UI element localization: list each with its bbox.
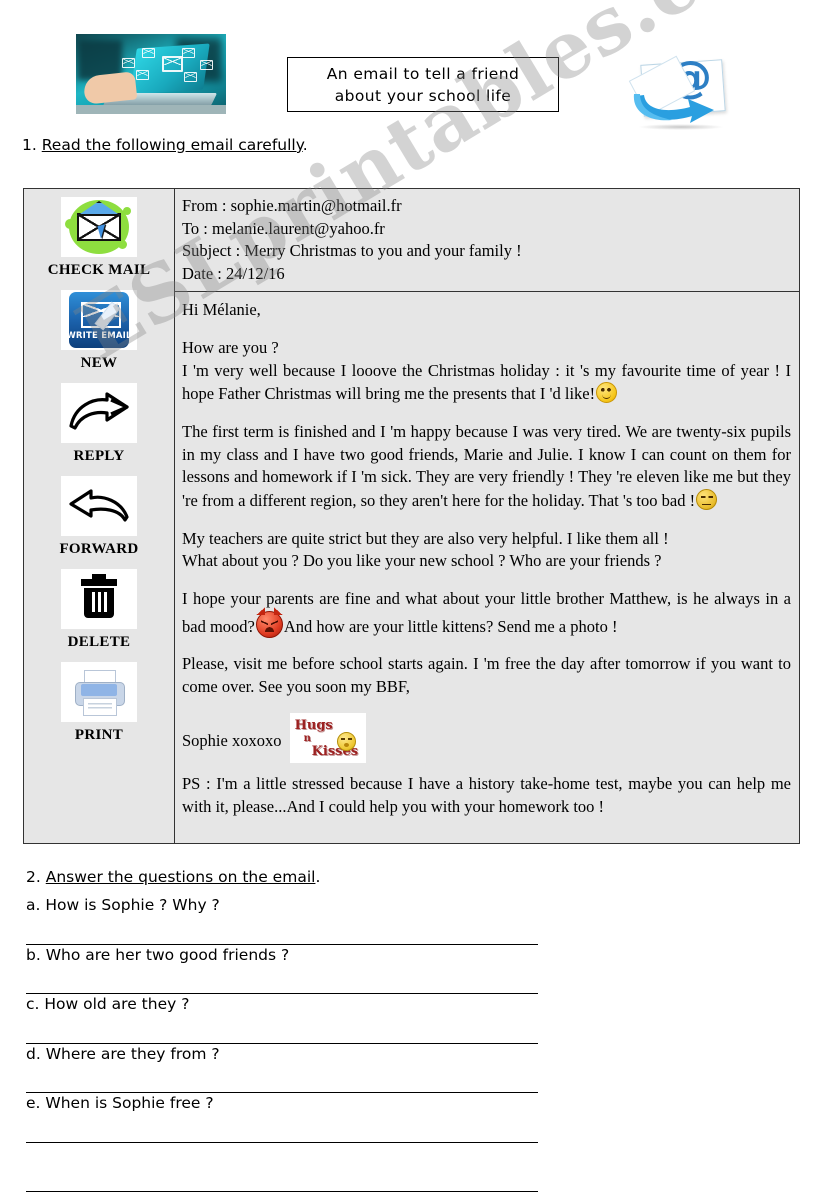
sidebar-item-check-mail[interactable]: CHECK MAIL	[48, 197, 151, 279]
email-p1-line-1: How are you ?	[182, 337, 279, 357]
question-item-a: a. How is Sophie ? Why ?	[26, 895, 538, 945]
question-item-e: e. When is Sophie free ?	[26, 1093, 538, 1143]
floating-envelope-icon	[136, 70, 149, 80]
floating-envelope-icon	[200, 60, 213, 70]
instruction-2-period: .	[315, 868, 321, 886]
to-label: To :	[182, 218, 213, 238]
email-body: Hi Mélanie, How are you ? I 'm very well…	[175, 292, 799, 843]
laptop-email-photo	[76, 34, 226, 114]
floating-envelope-icon	[182, 48, 195, 58]
question-item-d: d. Where are they from ?	[26, 1044, 538, 1093]
instruction-1-text: Read the following email carefully	[41, 136, 303, 154]
hugs-word-1: Hugs	[294, 718, 333, 734]
from-value: sophie.martin@hotmail.fr	[230, 196, 402, 215]
email-p4-text-b: And how are your little kittens? Send me…	[283, 616, 618, 636]
angry-devil-emoji	[255, 606, 283, 638]
header-row: An email to tell a friend about your sch…	[0, 26, 826, 130]
kissing-face-emoji	[336, 732, 356, 752]
sidebar-item-new[interactable]: WRITE EMAIL NEW	[61, 290, 137, 372]
printer-icon[interactable]	[61, 662, 137, 722]
email-p1-line-2: I 'm very well because I looove the Chri…	[182, 360, 791, 404]
subject-label: Subject :	[182, 241, 245, 261]
floating-envelope-icon	[162, 56, 183, 72]
floating-envelope-icon	[142, 48, 155, 58]
graphic-shadow	[638, 124, 724, 130]
email-subject-row: Subject : Merry Christmas to you and you…	[182, 240, 799, 263]
check-mail-icon[interactable]	[61, 197, 137, 257]
worksheet-title-line-2: about your school life	[334, 86, 512, 105]
email-postscript: PS : I'm a little stressed because I hav…	[182, 774, 791, 817]
email-p3-line-1: My teachers are quite strict but they ar…	[182, 528, 669, 548]
smiling-face-emoji	[596, 382, 618, 404]
email-client-table: CHECK MAIL WRITE EMAIL NEW REPLY FORWARD…	[23, 188, 800, 844]
email-signature: Sophie xoxoxo	[182, 731, 282, 751]
instruction-2-text: Answer the questions on the email	[45, 868, 316, 886]
write-email-icon[interactable]: WRITE EMAIL	[61, 290, 137, 350]
hugs-word-2: n	[303, 733, 311, 745]
question-item-c: c. How old are they ?	[26, 994, 538, 1044]
floating-envelope-icon	[184, 72, 197, 82]
sidebar-item-print[interactable]: PRINT	[61, 662, 137, 744]
subject-value: Merry Christmas to you and your family !	[244, 241, 522, 261]
date-value: 24/12/16	[225, 263, 285, 283]
trash-icon[interactable]	[61, 569, 137, 629]
to-value: melanie.laurent@yahoo.fr	[212, 218, 385, 238]
instruction-2-number: 2.	[26, 868, 41, 886]
questions-list: a. How is Sophie ? Why ? b. Who are her …	[26, 895, 538, 1192]
sidebar-label-print: PRINT	[74, 727, 124, 743]
desk-surface	[76, 105, 226, 114]
sidebar-item-forward[interactable]: FORWARD	[59, 476, 138, 558]
sidebar-label-check-mail: CHECK MAIL	[47, 262, 151, 278]
instruction-2: 2. Answer the questions on the email.	[26, 868, 320, 886]
unamused-face-emoji	[696, 489, 718, 511]
email-reading-pane: From : sophie.martin@hotmail.fr To : mel…	[175, 189, 799, 843]
date-label: Date :	[182, 263, 226, 283]
sidebar-label-delete: DELETE	[67, 634, 131, 650]
sidebar-label-forward: FORWARD	[59, 541, 139, 557]
hugs-and-kisses-image: Hugs n Kisses	[289, 713, 366, 764]
email-signature-row: Sophie xoxoxo Hugs n Kisses	[182, 713, 791, 764]
at-envelope-graphic: @	[622, 48, 740, 132]
worksheet-title-line-1: An email to tell a friend	[326, 64, 520, 83]
sidebar-item-delete[interactable]: DELETE	[61, 569, 137, 651]
write-email-badge-label: WRITE EMAIL	[66, 331, 132, 341]
email-greeting: Hi Mélanie,	[182, 300, 261, 320]
instruction-1-number: 1.	[22, 136, 37, 154]
mail-action-sidebar: CHECK MAIL WRITE EMAIL NEW REPLY FORWARD…	[24, 189, 175, 843]
sidebar-label-new: NEW	[80, 355, 118, 371]
instruction-1: 1. Read the following email carefully.	[22, 136, 308, 154]
forward-arrow-icon[interactable]	[60, 476, 137, 536]
sidebar-label-reply: REPLY	[73, 448, 125, 464]
from-label: From :	[182, 196, 231, 215]
email-headers: From : sophie.martin@hotmail.fr To : mel…	[175, 189, 799, 293]
worksheet-title-box: An email to tell a friend about your sch…	[287, 57, 559, 112]
email-paragraph-5: Please, visit me before school starts ag…	[182, 654, 791, 696]
email-date-row: Date : 24/12/16	[182, 263, 799, 286]
email-paragraph-4: I hope your parents are fine and what ab…	[182, 588, 791, 639]
blue-arrow-swoosh-icon	[633, 94, 714, 123]
email-paragraph-2: The first term is finished and I 'm happ…	[182, 421, 791, 513]
question-item-b: b. Who are her two good friends ?	[26, 945, 538, 994]
email-paragraph-1: How are you ? I 'm very well because I l…	[182, 337, 791, 407]
answer-line-final	[26, 1143, 538, 1192]
floating-envelope-icon	[122, 58, 135, 68]
email-p3-line-2: What about you ? Do you like your new sc…	[182, 551, 662, 571]
instruction-1-period: .	[302, 136, 308, 154]
email-to-row: To : melanie.laurent@yahoo.fr	[182, 218, 799, 241]
email-from-row: From : sophie.martin@hotmail.fr	[182, 195, 799, 218]
reply-arrow-icon[interactable]	[61, 383, 137, 443]
sidebar-item-reply[interactable]: REPLY	[61, 383, 137, 465]
email-paragraph-3: My teachers are quite strict but they ar…	[182, 528, 791, 574]
